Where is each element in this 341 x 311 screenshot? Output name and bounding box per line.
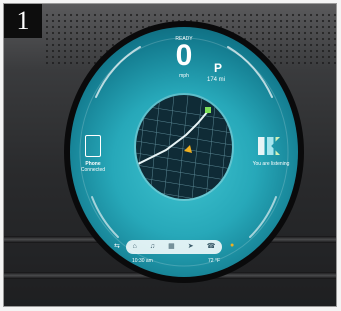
gear-indicator: P bbox=[214, 61, 223, 75]
instrument-display[interactable]: READY 0 mph P 174 mi Phone Connected You… bbox=[70, 27, 298, 277]
outside-temperature: 72 °F bbox=[208, 258, 221, 264]
map-streets bbox=[136, 95, 232, 199]
clock-readout: 10:30 am bbox=[132, 258, 153, 264]
dashboard-photo: 1 READY 0 mph P 174 mi Phone Connected Y… bbox=[3, 3, 337, 307]
route-line bbox=[136, 110, 209, 166]
navigation-map[interactable] bbox=[136, 95, 232, 199]
home-icon[interactable]: ⌂ bbox=[133, 240, 137, 254]
media-status: You are listening bbox=[252, 161, 290, 167]
speed-unit: mph bbox=[179, 73, 189, 79]
phone-status: Connected bbox=[80, 167, 106, 173]
apps-icon[interactable]: ▦ bbox=[168, 240, 175, 254]
speed-readout: 0 bbox=[175, 39, 193, 72]
figure-number: 1 bbox=[4, 4, 42, 38]
assistant-icon[interactable]: ● bbox=[230, 242, 234, 249]
back-icon[interactable]: ⇆ bbox=[114, 242, 120, 250]
start-marker bbox=[205, 107, 211, 113]
media-widget[interactable]: You are listening bbox=[248, 137, 294, 167]
left-temperature[interactable]: 67° bbox=[74, 223, 92, 241]
media-icon[interactable]: ♫ bbox=[150, 240, 155, 254]
app-dock: ⌂ ♫ ▦ ➤ ☎ bbox=[126, 240, 222, 254]
phone-dock-icon[interactable]: ☎ bbox=[207, 240, 216, 254]
phone-icon bbox=[85, 135, 101, 157]
range-readout: 174 mi bbox=[207, 77, 226, 83]
nav-icon[interactable]: ➤ bbox=[188, 240, 194, 254]
media-logo-icon bbox=[258, 137, 280, 155]
phone-widget[interactable]: Phone Connected bbox=[76, 135, 110, 173]
right-temperature[interactable]: 72° bbox=[278, 223, 296, 241]
